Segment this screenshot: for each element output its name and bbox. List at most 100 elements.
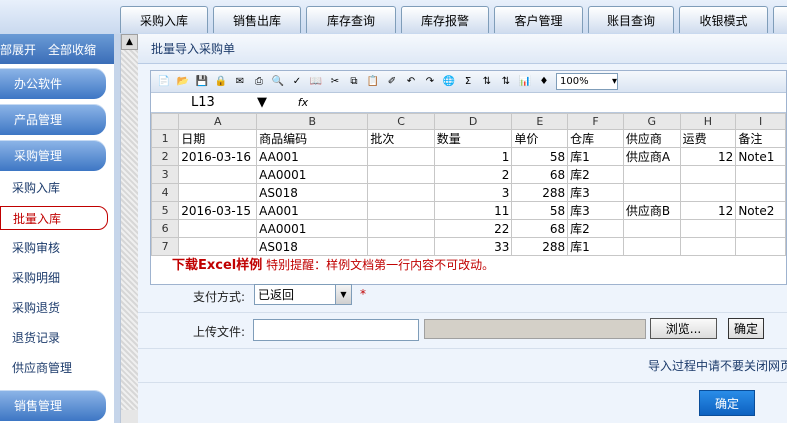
cell[interactable] xyxy=(622,237,681,256)
spelling-icon[interactable]: ✓ xyxy=(290,75,304,89)
cell[interactable] xyxy=(679,219,737,238)
col-header[interactable]: E xyxy=(511,113,569,130)
cell[interactable]: 11 xyxy=(433,201,513,220)
cell[interactable] xyxy=(735,219,786,238)
format-painter-icon[interactable]: ✐ xyxy=(385,75,399,89)
section-office[interactable]: 办公软件 xyxy=(0,68,106,99)
tab-accounts[interactable]: 账目查询 xyxy=(588,6,674,33)
cell[interactable] xyxy=(679,237,737,256)
sidebar-item-purchase-review[interactable]: 采购审核 xyxy=(0,235,110,259)
row-number[interactable]: 7 xyxy=(151,237,180,256)
sidebar-item-return-record[interactable]: 退货记录 xyxy=(0,325,110,349)
open-folder-icon[interactable]: 📂 xyxy=(176,75,190,89)
row-number[interactable]: 1 xyxy=(151,129,180,148)
vertical-scrollbar[interactable]: ▲ xyxy=(120,34,138,423)
cell[interactable]: AA001 xyxy=(256,147,369,166)
redo-icon[interactable]: ↷ xyxy=(423,75,437,89)
col-header[interactable]: F xyxy=(567,113,624,130)
cell[interactable] xyxy=(679,165,737,184)
cell[interactable] xyxy=(735,183,786,202)
paste-icon[interactable]: 📋 xyxy=(366,75,380,89)
cell[interactable]: Note1 xyxy=(735,147,786,166)
cell[interactable]: 22 xyxy=(433,219,513,238)
cell[interactable]: 运费 xyxy=(679,129,737,148)
tab-customer[interactable]: 客户管理 xyxy=(494,6,583,33)
row-number[interactable]: 2 xyxy=(151,147,180,166)
tab-stock-alert[interactable]: 库存报警 xyxy=(401,6,489,33)
hyperlink-icon[interactable]: 🌐 xyxy=(442,75,456,89)
cell[interactable] xyxy=(367,147,435,166)
research-icon[interactable]: 📖 xyxy=(309,75,323,89)
cell[interactable] xyxy=(622,219,681,238)
chart-icon[interactable]: 📊 xyxy=(518,75,532,89)
sidebar-item-purchase-return[interactable]: 采购退货 xyxy=(0,295,110,319)
cell[interactable]: AS018 xyxy=(256,183,369,202)
col-header[interactable]: G xyxy=(622,113,681,130)
upload-confirm-button[interactable]: 确定 xyxy=(728,318,764,339)
col-header[interactable]: B xyxy=(256,113,369,130)
sidebar-item-supplier[interactable]: 供应商管理 xyxy=(0,355,110,379)
cut-icon[interactable]: ✂ xyxy=(328,75,342,89)
cell[interactable]: 12 xyxy=(679,201,737,220)
row-number[interactable]: 3 xyxy=(151,165,180,184)
collapse-all-link[interactable]: 全部收缩 xyxy=(48,41,96,58)
cell[interactable] xyxy=(367,201,435,220)
sidebar-item-purchase-detail[interactable]: 采购明细 xyxy=(0,265,110,289)
cell[interactable]: 库3 xyxy=(567,201,624,220)
cell[interactable] xyxy=(735,165,786,184)
cell[interactable]: 1 xyxy=(433,147,513,166)
chevron-down-icon[interactable]: ▼ xyxy=(335,285,351,304)
cell[interactable]: 68 xyxy=(511,165,569,184)
cell[interactable] xyxy=(367,237,435,256)
col-header[interactable]: C xyxy=(367,113,435,130)
cell[interactable] xyxy=(622,165,681,184)
browse-button[interactable]: 浏览... xyxy=(650,318,717,339)
cell[interactable]: 288 xyxy=(511,183,569,202)
new-file-icon[interactable]: 📄 xyxy=(157,75,171,89)
row-number[interactable]: 4 xyxy=(151,183,180,202)
sort-ascending-icon[interactable]: ⇅ xyxy=(480,75,494,89)
cell[interactable] xyxy=(622,183,681,202)
cell[interactable]: 2 xyxy=(433,165,513,184)
cell[interactable]: 58 xyxy=(511,201,569,220)
cell[interactable]: 供应商 xyxy=(622,129,681,148)
cell[interactable]: 库1 xyxy=(567,147,624,166)
zoom-select[interactable]: 100% ▾ xyxy=(556,73,618,90)
cell[interactable]: 单价 xyxy=(511,129,569,148)
cell[interactable]: AA0001 xyxy=(256,165,369,184)
permission-icon[interactable]: 🔒 xyxy=(214,75,228,89)
tab-stock-query[interactable]: 库存查询 xyxy=(306,6,396,33)
tab-cashier[interactable]: 收银模式 xyxy=(679,6,768,33)
undo-icon[interactable]: ↶ xyxy=(404,75,418,89)
cell[interactable] xyxy=(367,165,435,184)
cell[interactable]: 库3 xyxy=(567,183,624,202)
scroll-up-icon[interactable]: ▲ xyxy=(121,34,138,50)
cell[interactable]: Note2 xyxy=(735,201,786,220)
print-preview-icon[interactable]: 🔍 xyxy=(271,75,285,89)
section-purchase[interactable]: 采购管理 xyxy=(0,140,106,171)
cell[interactable] xyxy=(367,219,435,238)
cell[interactable]: 33 xyxy=(433,237,513,256)
cell[interactable]: 供应商A xyxy=(622,147,681,166)
cell[interactable]: AA001 xyxy=(256,201,369,220)
cell[interactable] xyxy=(178,237,258,256)
cell[interactable]: 68 xyxy=(511,219,569,238)
cell[interactable]: 12 xyxy=(679,147,737,166)
expand-all-link[interactable]: 部展开 xyxy=(0,41,36,58)
tab-sales-out[interactable]: 销售出库 xyxy=(213,6,301,33)
submit-button[interactable]: 确定 xyxy=(699,390,755,416)
copy-icon[interactable]: ⧉ xyxy=(347,75,361,89)
section-sales[interactable]: 销售管理 xyxy=(0,390,106,421)
cell[interactable]: 数量 xyxy=(433,129,513,148)
cell[interactable]: 58 xyxy=(511,147,569,166)
cell[interactable]: 仓库 xyxy=(567,129,624,148)
cell[interactable]: 库2 xyxy=(567,165,624,184)
sidebar-item-purchase-in[interactable]: 采购入库 xyxy=(0,175,110,199)
cell[interactable]: AS018 xyxy=(256,237,369,256)
cell[interactable]: 库2 xyxy=(567,219,624,238)
cell[interactable] xyxy=(679,183,737,202)
col-header[interactable]: A xyxy=(178,113,258,130)
tab-purchase-in[interactable]: 采购入库 xyxy=(120,6,208,33)
cell[interactable]: 备注 xyxy=(735,129,786,148)
upload-input[interactable] xyxy=(253,319,419,341)
